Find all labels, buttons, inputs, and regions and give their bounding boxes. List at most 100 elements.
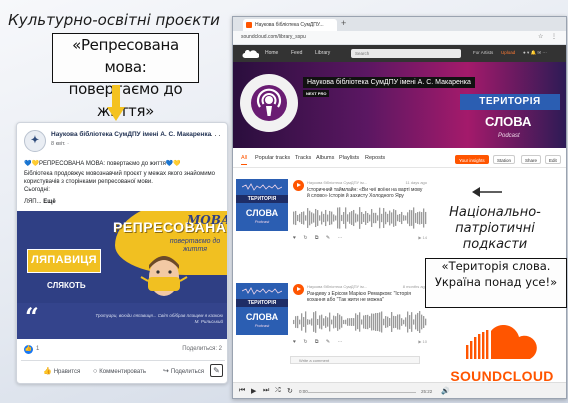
artwork-line-3: Podcast: [254, 219, 270, 224]
soundcloud-header: Home Feed Library Search For Artists Upl…: [233, 45, 566, 62]
address-bar-url[interactable]: soundcloud.com/library_sspu: [241, 34, 306, 40]
search-input[interactable]: Search: [351, 49, 461, 58]
waveform-bar: [307, 319, 309, 325]
next-icon[interactable]: ⏭: [263, 387, 269, 395]
track-action-icons[interactable]: ♥ ↻ ⧉ ✎ ⋯: [293, 235, 345, 241]
nav-for-artists[interactable]: For Artists: [473, 50, 493, 55]
volume-icon[interactable]: 🔊: [441, 387, 450, 395]
repeat-icon[interactable]: ↻: [287, 387, 293, 395]
page-avatar[interactable]: ✦: [24, 130, 46, 152]
quote-mark-icon: “: [25, 302, 39, 331]
waveform-bar: [395, 316, 397, 328]
waveform-bar: [331, 211, 333, 225]
tab-albums[interactable]: Albums: [316, 155, 334, 161]
play-button[interactable]: [293, 284, 304, 295]
edit-icon[interactable]: ✎: [210, 364, 223, 377]
waveform-bar: [363, 213, 365, 223]
like-button[interactable]: 👍 Нравится: [43, 366, 80, 377]
waveform-bar: [337, 313, 339, 331]
your-insights-button[interactable]: Your insights: [455, 155, 489, 164]
waveform-bar: [407, 311, 409, 333]
track-artwork[interactable]: ТЕРИТОРІЯ СЛОВА Podcast: [236, 283, 288, 335]
waveform-bar: [339, 207, 341, 229]
waveform-bar: [329, 210, 331, 226]
waveform-bar: [391, 212, 393, 224]
waveform-bar: [341, 316, 343, 328]
comment-button[interactable]: ○ Комментировать: [93, 366, 146, 377]
browser-tab-title: Наукова бібліотека СумДПУ...: [255, 22, 324, 28]
more-options-icon[interactable]: ···: [210, 130, 222, 140]
next-pro-badge: NEXT PRO: [303, 90, 330, 97]
play-icon[interactable]: ▶: [251, 387, 256, 395]
waveform-bar: [315, 311, 317, 333]
waveform-bar: [327, 317, 329, 327]
waveform-bar: [335, 316, 337, 328]
see-more-link[interactable]: Ещё: [43, 199, 55, 205]
waveform-bar: [423, 316, 425, 328]
tab-popular-tracks[interactable]: Popular tracks: [255, 155, 290, 161]
profile-banner: Наукова бібліотека СумДПУ імені А. С. Ма…: [233, 62, 566, 148]
nav-library[interactable]: Library: [315, 50, 330, 56]
share-profile-button[interactable]: Share: [521, 155, 542, 164]
podcast-title-line-1: «Територія слова.: [441, 259, 551, 273]
waveform-bar: [351, 211, 353, 225]
soundcloud-logo-icon[interactable]: [241, 50, 259, 58]
track-title[interactable]: Рандеву з Ерісом Марією Ремарком: "Істор…: [307, 291, 425, 303]
arrow-down-icon: [107, 85, 125, 121]
track-artwork[interactable]: ТЕРИТОРІЯ СЛОВА Podcast: [236, 179, 288, 231]
waveform-bar: [297, 315, 299, 329]
post-body: Бібліотека продовжує мовознавчий проєкт …: [24, 171, 216, 185]
waveform-bar: [383, 208, 385, 228]
like-count[interactable]: 1: [36, 346, 39, 352]
track-user[interactable]: Наукова бібліотека СумДПУ ім...: [307, 180, 367, 185]
artwork-line-3: Podcast: [254, 323, 270, 328]
tab-playlists[interactable]: Playlists: [339, 155, 359, 161]
track-waveform[interactable]: [293, 205, 427, 231]
page-name-link[interactable]: Наукова бібліотека СумДПУ імені А. С. Ма…: [51, 131, 211, 138]
nav-user-icons[interactable]: ● ▾ 🔔 ✉ ⋯: [523, 50, 547, 56]
tab-all[interactable]: All: [241, 155, 248, 165]
tab-tracks[interactable]: Tracks: [295, 155, 311, 161]
player-progress-bar[interactable]: [308, 392, 416, 393]
comment-input[interactable]: Write a comment: [290, 356, 420, 364]
share-count[interactable]: Поделиться: 2: [182, 346, 222, 352]
play-button[interactable]: [293, 180, 304, 191]
post-timestamp[interactable]: 8 квіт. ·: [51, 141, 69, 147]
browser-toolbar-icons[interactable]: ☆ ⋮: [538, 33, 560, 40]
track-user[interactable]: Наукова бібліотека СумДПУ ім...: [307, 284, 367, 289]
post-image[interactable]: РЕПРЕСОВАНА МОВА повертаємо до життя ЛЯП…: [17, 211, 227, 339]
station-button[interactable]: Station: [493, 155, 516, 164]
track-title[interactable]: Історичний таймлайн: «Ви чиї воїни на ва…: [307, 187, 425, 199]
podcast-description-line-2: патріотичні: [455, 221, 535, 236]
waveform-bar: [409, 209, 411, 227]
waveform-bar: [357, 214, 359, 222]
podcast-title-line-2: Україна понад усе!»: [434, 274, 558, 289]
shuffle-icon[interactable]: ⤮: [275, 387, 281, 395]
track-action-icons[interactable]: ♥ ↻ ⧉ ✎ ⋯: [293, 339, 345, 345]
like-label: Нравится: [53, 369, 81, 375]
edit-profile-button[interactable]: Edit: [545, 155, 561, 164]
waveform-bar: [361, 319, 363, 325]
profile-name: Наукова бібліотека СумДПУ імені А. С. Ма…: [303, 77, 475, 88]
nav-feed[interactable]: Feed: [291, 50, 302, 56]
waveform-bar: [407, 212, 409, 224]
waveform-bar: [311, 212, 313, 224]
waveform-bar: [343, 319, 345, 325]
banner-meaning: СЛЯКОТЬ: [47, 281, 86, 290]
new-tab-icon[interactable]: +: [341, 18, 346, 28]
soundcloud-favicon-icon: [246, 22, 252, 28]
waveform-bar: [329, 312, 331, 332]
share-button[interactable]: ↪ Поделиться: [163, 366, 204, 377]
browser-tab[interactable]: Наукова бібліотека СумДПУ...: [243, 19, 337, 31]
nav-home[interactable]: Home: [265, 50, 278, 56]
artwork-line-1: ТЕРИТОРІЯ: [236, 299, 288, 307]
track-waveform[interactable]: [293, 309, 427, 335]
waveform-bar: [313, 213, 315, 223]
waveform-bar: [403, 319, 405, 325]
address-bar[interactable]: soundcloud.com/library_sspu ☆ ⋮: [233, 31, 566, 45]
nav-upload[interactable]: Upload: [501, 50, 515, 55]
waveform-bar: [335, 215, 337, 221]
previous-icon[interactable]: ⏮: [239, 387, 245, 395]
waveform-bar: [401, 318, 403, 326]
tab-reposts[interactable]: Reposts: [365, 155, 385, 161]
